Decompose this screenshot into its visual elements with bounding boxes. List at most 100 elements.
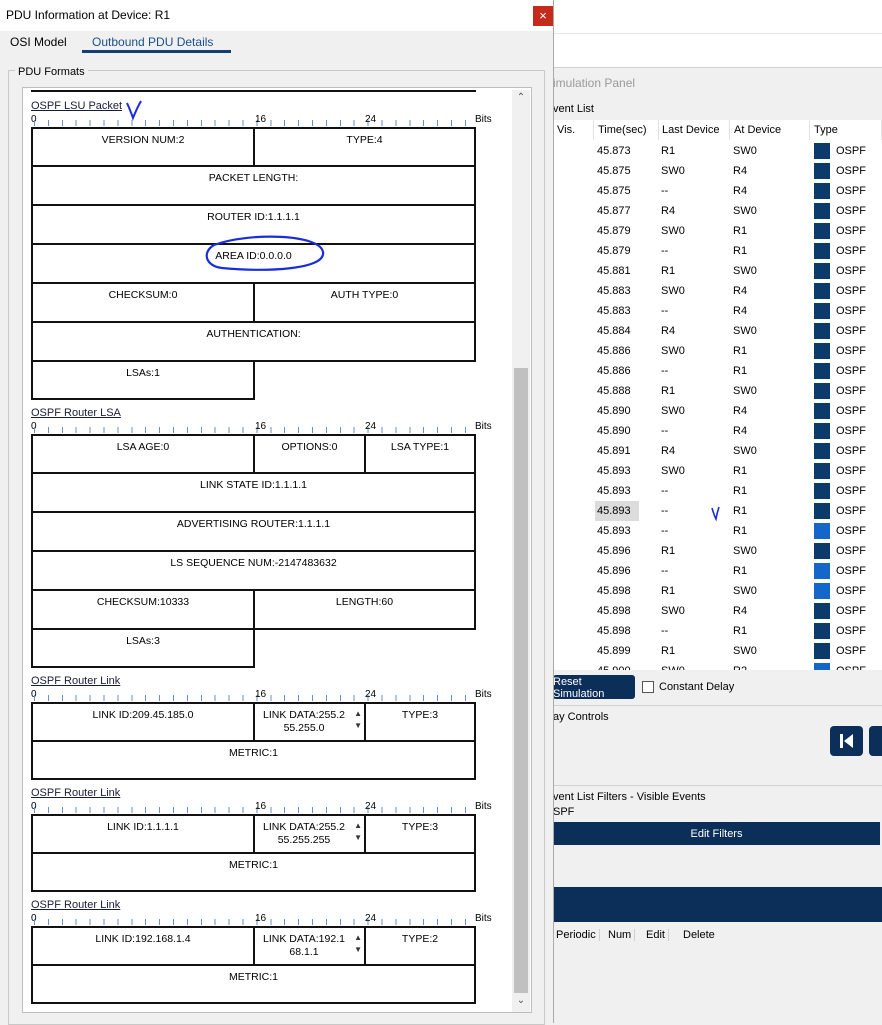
skip-back-icon [840,734,853,748]
event-last-device: -- [661,305,669,317]
event-list-table[interactable]: Vis. Time(sec) Last Device At Device Typ… [553,120,882,670]
event-row[interactable]: 45.900 SW0 R2 OSPF [553,661,882,670]
event-row[interactable]: 45.884 R4 SW0 OSPF [553,321,882,341]
col-periodic[interactable]: Periodic [553,929,600,941]
constant-delay-checkbox[interactable] [642,681,654,693]
event-color-swatch [814,563,830,579]
event-color-swatch [814,383,830,399]
col-header-type[interactable]: Type [810,120,882,140]
col-delete[interactable]: Delete [680,929,718,941]
event-type: OSPF [836,225,866,237]
event-last-device: R4 [661,445,676,457]
event-time: 45.886 [597,365,631,377]
event-type: OSPF [836,345,866,357]
event-row[interactable]: 45.893 SW0 R1 OSPF [553,461,882,481]
event-last-device: R1 [661,265,676,277]
event-last-device: SW0 [661,225,685,237]
event-row[interactable]: 45.886 -- R1 OSPF [553,361,882,381]
event-type: OSPF [836,265,866,277]
event-type: OSPF [836,485,866,497]
event-time: 45.899 [597,645,631,657]
event-color-swatch [814,443,830,459]
constant-delay-label: Constant Delay [659,681,735,693]
event-type: OSPF [836,505,866,517]
event-row[interactable]: 45.898 SW0 R4 OSPF [553,601,882,621]
event-last-device: -- [661,525,669,537]
event-row[interactable]: 45.873 R1 SW0 OSPF [553,141,882,161]
event-row[interactable]: 45.893 -- R1 OSPF [553,481,882,501]
event-time: 45.896 [597,565,631,577]
event-row[interactable]: 45.893 -- R1 OSPF [553,521,882,541]
event-time: 45.900 [595,661,639,670]
event-time: 45.879 [597,225,631,237]
event-color-swatch [814,223,830,239]
col-header-last-device[interactable]: Last Device [658,120,730,140]
back-button[interactable] [830,726,863,756]
event-last-device: -- [661,365,669,377]
event-row[interactable]: 45.890 SW0 R4 OSPF [553,401,882,421]
event-row[interactable]: 45.890 -- R4 OSPF [553,421,882,441]
event-row[interactable]: 45.879 SW0 R1 OSPF [553,221,882,241]
event-row[interactable]: 45.896 R1 SW0 OSPF [553,541,882,561]
event-time: 45.893 [597,465,631,477]
event-row[interactable]: 45.879 -- R1 OSPF [553,241,882,261]
event-at-device: R4 [733,405,748,417]
event-time: 45.881 [597,265,631,277]
event-row[interactable]: 45.888 R1 SW0 OSPF [553,381,882,401]
edit-filters-button[interactable]: Edit Filters [553,822,880,845]
event-at-device: R4 [733,425,748,437]
event-row[interactable]: 45.896 -- R1 OSPF [553,561,882,581]
event-color-swatch [814,203,830,219]
col-header-vis[interactable]: Vis. [553,120,594,140]
event-row[interactable]: 45.886 SW0 R1 OSPF [553,341,882,361]
event-row[interactable]: 45.881 R1 SW0 OSPF [553,261,882,281]
event-color-swatch [814,243,830,259]
col-header-time[interactable]: Time(sec) [594,120,659,140]
event-at-device: SW0 [733,325,757,337]
col-edit[interactable]: Edit [643,929,669,941]
event-type: OSPF [836,285,866,297]
event-last-device: SW0 [661,345,685,357]
event-type: OSPF [836,205,866,217]
event-row[interactable]: 45.898 R1 SW0 OSPF [553,581,882,601]
event-color-swatch [814,463,830,479]
event-last-device: -- [661,245,669,257]
event-color-swatch [814,663,830,670]
event-row[interactable]: 45.899 R1 SW0 OSPF [553,641,882,661]
event-at-device: R1 [733,245,748,257]
event-type: OSPF [836,465,866,477]
event-at-device: R4 [733,185,748,197]
event-time: 45.890 [597,425,631,437]
event-row[interactable]: 45.875 SW0 R4 OSPF [553,161,882,181]
event-type: OSPF [836,325,866,337]
event-type: OSPF [836,525,866,537]
event-type: OSPF [836,365,866,377]
event-row[interactable]: 45.877 R4 SW0 OSPF [553,201,882,221]
event-row[interactable]: 45.898 -- R1 OSPF [553,621,882,641]
event-type: OSPF [836,165,866,177]
reset-simulation-button[interactable]: Reset Simulation [553,675,635,700]
event-time: 45.884 [597,325,631,337]
event-color-swatch [814,143,830,159]
event-row[interactable]: 45.883 SW0 R4 OSPF [553,281,882,301]
event-last-device: -- [661,565,669,577]
event-type: OSPF [836,425,866,437]
event-time: 45.898 [597,605,631,617]
event-at-device: SW0 [733,645,757,657]
event-row[interactable]: 45.891 R4 SW0 OSPF [553,441,882,461]
event-color-swatch [814,623,830,639]
divider [553,705,882,706]
play-button[interactable] [869,726,882,756]
event-last-device: -- [661,185,669,197]
col-num[interactable]: Num [605,929,636,941]
col-header-at-device[interactable]: At Device [730,120,810,140]
event-row[interactable]: 45.883 -- R4 OSPF [553,301,882,321]
event-at-device: R1 [733,365,748,377]
event-time: 45.875 [597,185,631,197]
event-at-device: R4 [733,305,748,317]
event-at-device: R1 [733,465,748,477]
event-time: 45.891 [597,445,631,457]
event-row[interactable]: 45.875 -- R4 OSPF [553,181,882,201]
event-at-device: SW0 [733,145,757,157]
divider [553,33,882,34]
